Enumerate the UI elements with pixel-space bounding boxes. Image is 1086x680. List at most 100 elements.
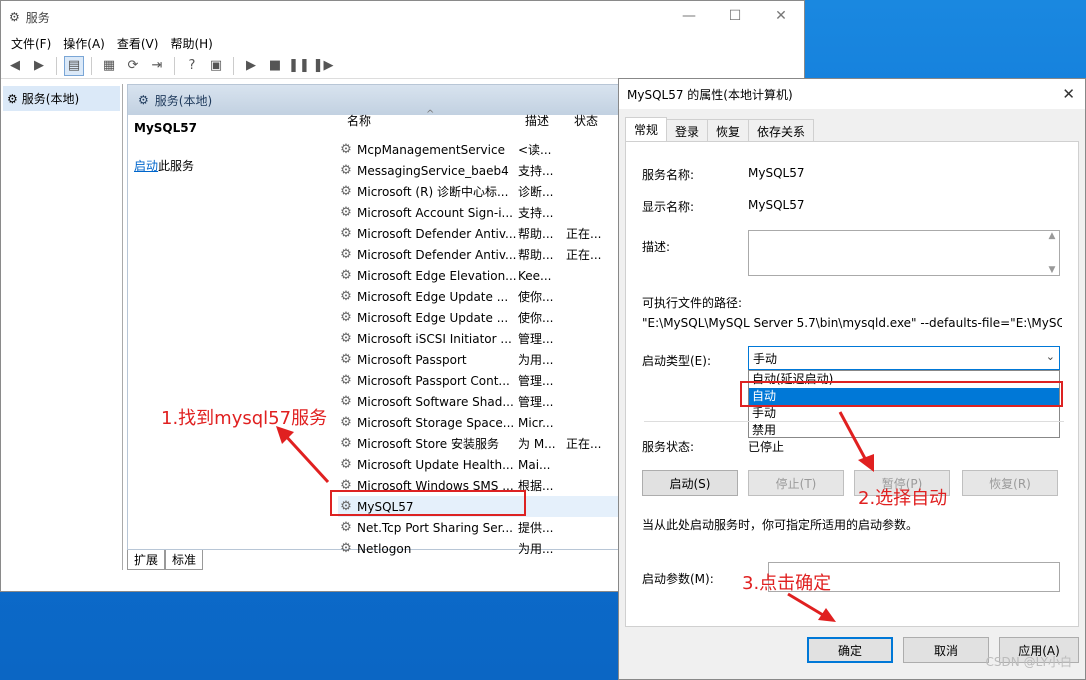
action-pane-icon[interactable]: ▣ <box>206 56 226 76</box>
help-icon[interactable]: ? <box>182 56 202 76</box>
row-name: Microsoft Edge Update ... <box>357 310 509 325</box>
gear-icon: ⚙ <box>340 184 352 199</box>
watermark: CSDN @LY小白 <box>985 655 1072 669</box>
close-icon[interactable]: ✕ <box>1062 85 1075 103</box>
highlight-box-auto <box>740 381 1063 407</box>
row-name: Microsoft Software Shad... <box>357 394 514 409</box>
menu-bar: 文件(F) 操作(A) 查看(V) 帮助(H) <box>1 33 804 53</box>
scroll-down-icon[interactable]: ▼ <box>1049 265 1056 275</box>
refresh-icon[interactable]: ⟳ <box>123 56 143 76</box>
gear-icon: ⚙ <box>340 205 352 220</box>
toolbar-separator <box>174 56 175 75</box>
row-desc: 提供... <box>518 521 554 535</box>
toolbar: ◀ ▶ ▤ ▦ ⟳ ⇥ ? ▣ ▶ ■ ❚❚ ❚▶ <box>1 53 804 79</box>
gear-icon: ⚙ <box>340 289 352 304</box>
row-desc: 诊断... <box>518 185 554 199</box>
tab-standard[interactable]: 标准 <box>165 550 204 570</box>
startup-type-value: 手动 <box>753 351 778 366</box>
tab-recovery[interactable]: 恢复 <box>707 119 750 143</box>
start-service-link[interactable]: 启动 <box>134 159 158 173</box>
gear-icon: ⚙ <box>340 142 352 157</box>
status-value: 已停止 <box>748 440 785 454</box>
gear-icon: ⚙ <box>7 91 18 106</box>
stop-icon[interactable]: ■ <box>265 56 285 76</box>
restart-icon[interactable]: ❚▶ <box>313 56 334 76</box>
description-field[interactable]: ▲ ▼ <box>748 230 1060 276</box>
sort-arrow-icon: ^ <box>426 109 435 120</box>
row-status: 正在... <box>566 248 602 262</box>
gear-icon: ⚙ <box>138 93 149 107</box>
window-controls: — ☐ ✕ <box>666 1 804 31</box>
gear-icon: ⚙ <box>340 352 352 367</box>
column-status[interactable]: 状态 <box>574 112 598 129</box>
display-name-label: 显示名称: <box>642 200 695 214</box>
maximize-button[interactable]: ☐ <box>712 1 758 31</box>
menu-action[interactable]: 操作(A) <box>57 35 111 52</box>
tab-general[interactable]: 常规 <box>625 117 668 141</box>
tab-extended[interactable]: 扩展 <box>127 550 166 570</box>
pause-icon[interactable]: ❚❚ <box>288 56 310 76</box>
console-tree-icon[interactable]: ▤ <box>64 55 84 76</box>
minimize-button[interactable]: — <box>666 1 712 31</box>
chevron-down-icon: ⌄ <box>1045 350 1055 363</box>
option-manual[interactable]: 手动 <box>749 405 1059 422</box>
column-desc[interactable]: 描述 <box>525 112 549 129</box>
arrow-icon <box>838 411 874 472</box>
menu-help[interactable]: 帮助(H) <box>164 35 218 52</box>
tree-item-services-local[interactable]: ⚙ 服务(本地) <box>3 86 120 111</box>
row-name: Microsoft Account Sign-i... <box>357 205 513 220</box>
scroll-up-icon[interactable]: ▲ <box>1049 231 1056 241</box>
start-param-hint: 当从此处启动服务时，你可指定所适用的启动参数。 <box>642 518 919 532</box>
row-name: Microsoft Edge Elevation... <box>357 268 517 283</box>
gear-icon: ⚙ <box>340 268 352 283</box>
gear-icon: ⚙ <box>340 520 352 535</box>
row-desc: 管理... <box>518 332 554 346</box>
menu-file[interactable]: 文件(F) <box>5 35 57 52</box>
dialog-title: MySQL57 的属性(本地计算机) <box>627 87 793 102</box>
cancel-button[interactable]: 取消 <box>903 637 989 663</box>
row-name: Microsoft Update Health... <box>357 457 514 472</box>
column-name[interactable]: 名称 <box>347 112 371 129</box>
view-tabs: 扩展 标准 <box>127 550 204 570</box>
service-detail: MySQL57 启动此服务 <box>134 121 324 174</box>
row-desc: 管理... <box>518 395 554 409</box>
play-icon[interactable]: ▶ <box>241 56 261 76</box>
row-desc: 支持... <box>518 206 554 220</box>
tab-logon[interactable]: 登录 <box>666 119 709 143</box>
row-name: MessagingService_baeb4 <box>357 163 509 178</box>
gear-icon: ⚙ <box>340 226 352 241</box>
row-desc: 使你... <box>518 311 554 325</box>
properties-icon[interactable]: ▦ <box>99 56 119 76</box>
start-button[interactable]: 启动(S) <box>642 470 738 496</box>
export-icon[interactable]: ⇥ <box>147 56 167 76</box>
row-name: Microsoft iSCSI Initiator ... <box>357 331 512 346</box>
pane-header-label: 服务(本地) <box>154 93 213 108</box>
menu-view[interactable]: 查看(V) <box>111 35 165 52</box>
ok-button[interactable]: 确定 <box>807 637 893 663</box>
display-name-value: MySQL57 <box>748 198 805 212</box>
startup-type-select[interactable]: 手动 ⌄ <box>748 346 1060 370</box>
service-action: 启动此服务 <box>134 157 324 174</box>
toolbar-separator <box>91 56 92 75</box>
gear-icon: ⚙ <box>340 373 352 388</box>
gear-icon: ⚙ <box>340 331 352 346</box>
close-button[interactable]: ✕ <box>758 1 804 31</box>
row-name: Microsoft Store 安装服务 <box>357 437 499 451</box>
back-icon[interactable]: ◀ <box>5 56 25 76</box>
start-param-label: 启动参数(M): <box>642 572 714 586</box>
window-title: 服务 <box>25 10 50 25</box>
description-scrollbar[interactable]: ▲ ▼ <box>1045 231 1059 275</box>
gear-icon: ⚙ <box>340 541 352 556</box>
resume-button[interactable]: 恢复(R) <box>962 470 1058 496</box>
forward-icon[interactable]: ▶ <box>29 56 49 76</box>
tab-dependencies[interactable]: 依存关系 <box>748 119 815 143</box>
row-name: Microsoft Storage Space... <box>357 415 515 430</box>
row-desc: Kee... <box>518 268 552 283</box>
row-name: Microsoft Edge Update ... <box>357 289 509 304</box>
arrow-icon <box>276 426 330 484</box>
startup-type-label: 启动类型(E): <box>642 354 711 368</box>
row-desc: Micr... <box>518 415 554 430</box>
row-desc: 帮助... <box>518 227 554 241</box>
option-disabled[interactable]: 禁用 <box>749 422 1059 439</box>
tree-item-label: 服务(本地) <box>21 92 80 106</box>
